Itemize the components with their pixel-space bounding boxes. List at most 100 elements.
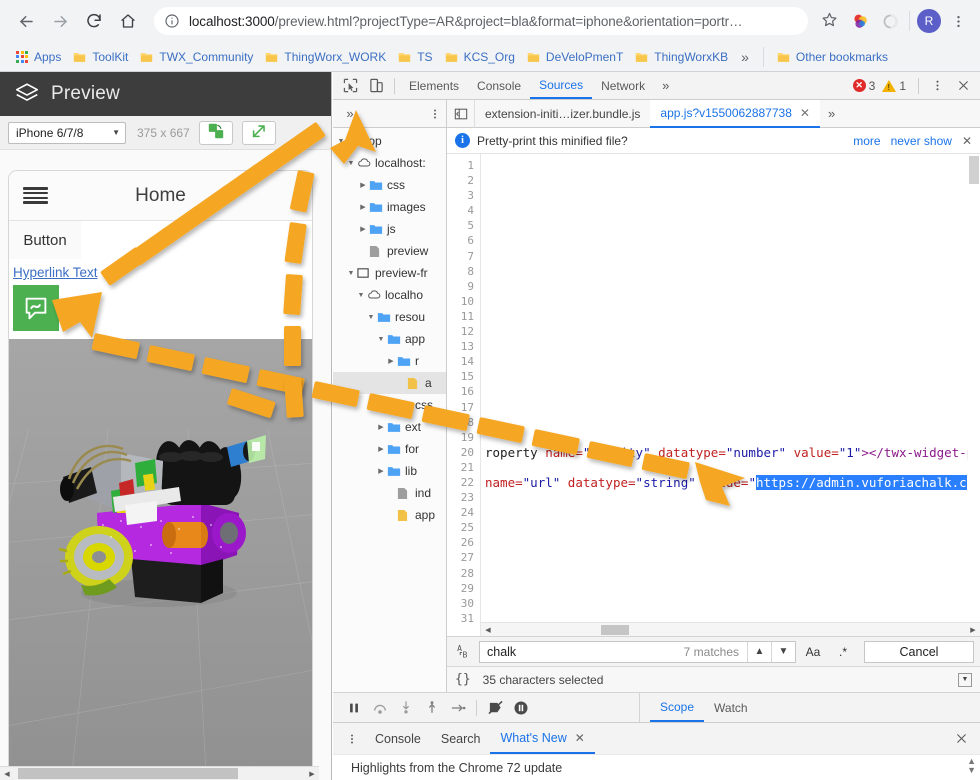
tree-arrow-icon[interactable]: ▼ (345, 270, 357, 277)
hscroll-thumb[interactable] (18, 768, 238, 779)
tree-node-lib[interactable]: ▶ lib (333, 460, 446, 482)
tab-elements[interactable]: Elements (400, 72, 468, 99)
code-vertical-scrollbar[interactable] (968, 154, 980, 622)
drawer-scroll-icon[interactable]: ▲▼ (967, 757, 976, 775)
tab-network[interactable]: Network (592, 72, 654, 99)
popout-icon[interactable]: ▼ (958, 673, 972, 687)
tree-arrow-icon[interactable]: ▶ (375, 423, 387, 431)
step-over-icon[interactable] (367, 696, 393, 720)
close-devtools-icon[interactable] (950, 74, 976, 98)
preview-hyperlink-widget[interactable]: Hyperlink Text (13, 265, 98, 280)
bookmark-apps[interactable]: Apps (10, 46, 67, 68)
tree-node-localhost[interactable]: ▼ localhost: (333, 152, 446, 174)
tree-node-r[interactable]: ▶ r (333, 350, 446, 372)
scroll-right-arrow[interactable]: ▶ (305, 767, 319, 780)
error-badge[interactable]: ✕ 3 (853, 79, 876, 93)
inspect-element-icon[interactable] (337, 74, 363, 98)
tree-node-preview-frame[interactable]: ▼ preview-fr (333, 262, 446, 284)
close-icon[interactable]: ✕ (575, 731, 585, 745)
bookmark-item-1[interactable]: TWX_Community (134, 46, 259, 68)
navigator-menu-icon[interactable] (424, 103, 446, 125)
tree-arrow-icon[interactable]: ▶ (385, 357, 397, 365)
scroll-left-arrow[interactable]: ◀ (0, 767, 14, 780)
tree-node-app[interactable]: ▼ app (333, 328, 446, 350)
tree-node-selected-file[interactable]: a (333, 372, 446, 394)
ar-3d-scene[interactable] (9, 339, 312, 780)
close-icon[interactable]: ✕ (800, 106, 810, 120)
pause-on-exceptions-icon[interactable] (508, 696, 534, 720)
tab-console[interactable]: Console (468, 72, 530, 99)
profile-avatar[interactable]: R (917, 9, 941, 33)
extension-colorful-icon[interactable] (848, 9, 872, 33)
bookmark-item-2[interactable]: ThingWorx_WORK (259, 46, 392, 68)
bookmark-item-6[interactable]: ThingWorxKB (629, 46, 734, 68)
tree-arrow-icon[interactable]: ▼ (345, 160, 357, 167)
match-case-toggle[interactable]: Aa (800, 641, 826, 663)
code-horizontal-scrollbar[interactable]: ◀ ▶ (481, 622, 980, 636)
tree-arrow-icon[interactable]: ▶ (357, 181, 369, 189)
more-tabs-button[interactable]: » (654, 78, 677, 93)
code-hscroll-thumb[interactable] (601, 625, 629, 635)
search-prev-button[interactable]: ▲ (747, 642, 771, 662)
tree-arrow-icon[interactable]: ▶ (357, 225, 369, 233)
drawer-menu-icon[interactable] (339, 727, 365, 751)
file-tab-extension-initializer[interactable]: extension-initi…izer.bundle.js (475, 100, 650, 128)
tree-arrow-icon[interactable]: ▼ (335, 138, 347, 145)
home-button[interactable] (114, 7, 142, 35)
tab-scope[interactable]: Scope (650, 693, 704, 722)
drawer-tab-console[interactable]: Console (365, 723, 431, 754)
page-info-icon[interactable] (164, 13, 180, 29)
step-into-icon[interactable] (393, 696, 419, 720)
chalk-annotation-icon[interactable] (13, 285, 59, 331)
extension-gray-icon[interactable] (878, 9, 902, 33)
tree-arrow-icon[interactable]: ▶ (375, 445, 387, 453)
code-content[interactable]: roperty name="opacity" datatype="number"… (481, 154, 980, 636)
back-button[interactable] (12, 7, 40, 35)
bookmark-item-0[interactable]: ToolKit (67, 46, 134, 68)
tree-node-js[interactable]: ▶ js (333, 218, 446, 240)
pause-icon[interactable] (341, 696, 367, 720)
tab-watch[interactable]: Watch (704, 693, 758, 722)
bookmark-item-4[interactable]: KCS_Org (439, 46, 521, 68)
deactivate-breakpoints-icon[interactable] (482, 696, 508, 720)
preview-button-widget[interactable]: Button (9, 221, 81, 259)
bookmark-item-5[interactable]: DeVeloPmenT (521, 46, 629, 68)
tree-node-preview-file[interactable]: preview (333, 240, 446, 262)
device-toolbar-icon[interactable] (363, 74, 389, 98)
other-bookmarks-button[interactable]: Other bookmarks (771, 46, 894, 68)
tree-node-app-js[interactable]: app (333, 504, 446, 526)
pretty-print-icon[interactable]: {} (455, 672, 471, 687)
drawer-tab-search[interactable]: Search (431, 723, 491, 754)
bookmark-star-button[interactable] (816, 8, 842, 34)
tree-node-index[interactable]: ind (333, 482, 446, 504)
tree-arrow-icon[interactable]: ▼ (365, 314, 377, 321)
navigator-expand-button[interactable]: » (339, 103, 361, 125)
reload-button[interactable] (80, 7, 108, 35)
tree-node-images[interactable]: ▶ images (333, 196, 446, 218)
replace-icon[interactable]: AB (453, 641, 479, 663)
infobar-close-icon[interactable]: ✕ (962, 134, 972, 148)
bookmarks-overflow-button[interactable]: » (734, 49, 756, 65)
show-navigator-icon[interactable] (447, 100, 475, 128)
forward-button[interactable] (46, 7, 74, 35)
code-scroll-left-arrow[interactable]: ◀ (481, 623, 495, 636)
file-navigator-tree[interactable]: ▼ top ▼ localhost: ▶ css ▶ image (333, 128, 447, 692)
device-select[interactable]: iPhone 6/7/8 ▼ (8, 122, 126, 144)
drawer-tab-whats-new[interactable]: What's New ✕ (490, 723, 594, 754)
warning-badge[interactable]: 1 (882, 79, 906, 93)
tree-arrow-icon[interactable]: ▼ (355, 292, 367, 299)
code-editor[interactable]: 1234567891011121314151617181920212223242… (447, 154, 980, 636)
tree-node-css[interactable]: ▶ css (333, 174, 446, 196)
tree-arrow-icon[interactable]: ▶ (375, 467, 387, 475)
infobar-never-show-link[interactable]: never show (891, 134, 952, 148)
file-tabs-overflow-button[interactable]: » (820, 106, 843, 121)
tree-node-resources[interactable]: ▼ resou (333, 306, 446, 328)
step-icon[interactable] (445, 696, 471, 720)
tree-node-ext[interactable]: ▶ ext (333, 416, 446, 438)
tree-node-css-2[interactable]: css (333, 394, 446, 416)
tree-node-for[interactable]: ▶ for (333, 438, 446, 460)
code-vscroll-thumb[interactable] (969, 156, 979, 184)
hamburger-menu-icon[interactable] (23, 187, 48, 204)
bookmark-item-3[interactable]: TS (392, 46, 438, 68)
search-input[interactable]: chalk (487, 645, 684, 659)
